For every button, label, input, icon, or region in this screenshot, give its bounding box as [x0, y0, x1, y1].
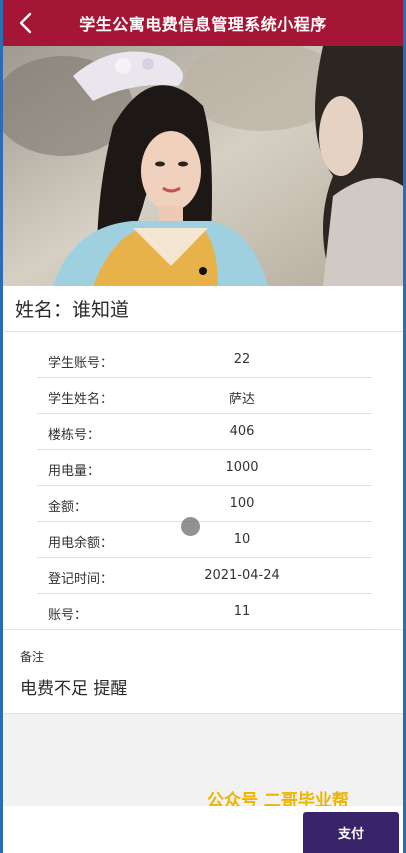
- chevron-left-icon: [19, 12, 32, 34]
- pay-button[interactable]: 支付: [303, 812, 399, 853]
- detail-label: 账号：: [48, 608, 88, 623]
- detail-row-student-name: 学生姓名： 萨达: [37, 378, 372, 414]
- remark-label: 备注: [20, 650, 45, 664]
- student-name-heading: 姓名：谁知道: [3, 286, 403, 332]
- detail-row-account: 账号： 11: [37, 594, 372, 630]
- page-title: 学生公寓电费信息管理系统小程序: [79, 15, 327, 34]
- detail-value: 萨达: [228, 392, 255, 407]
- back-button[interactable]: [13, 9, 39, 37]
- detail-row-balance: 用电余额： 10: [37, 522, 372, 558]
- detail-value: 2021-04-24: [204, 568, 280, 583]
- remark-section: 备注 电费不足 提醒: [3, 630, 403, 714]
- detail-row-register-time: 登记时间： 2021-04-24: [37, 558, 372, 594]
- touch-indicator: [181, 517, 200, 536]
- detail-label: 登记时间：: [48, 572, 114, 587]
- detail-label: 学生姓名：: [48, 392, 114, 407]
- remark-text: 电费不足 提醒: [20, 679, 128, 699]
- detail-row-student-account: 学生账号： 22: [37, 342, 372, 378]
- detail-value: 1000: [225, 460, 259, 475]
- detail-value: 100: [229, 496, 255, 511]
- detail-label: 金额：: [48, 500, 88, 515]
- detail-label: 楼栋号：: [48, 428, 101, 443]
- detail-value: 11: [233, 604, 251, 619]
- detail-row-amount: 金额： 100: [37, 486, 372, 522]
- detail-value: 10: [233, 532, 251, 547]
- detail-value: 406: [229, 424, 255, 439]
- detail-row-usage: 用电量： 1000: [37, 450, 372, 486]
- nav-bar: 学生公寓电费信息管理系统小程序: [3, 0, 403, 46]
- detail-row-building: 楼栋号： 406: [37, 414, 372, 450]
- detail-label: 用电余额：: [48, 536, 114, 551]
- detail-label: 学生账号：: [48, 356, 114, 371]
- hero-image: [3, 46, 403, 286]
- details-list: 学生账号： 22 学生姓名： 萨达 楼栋号： 406 用电量： 1000 金额：…: [3, 332, 403, 630]
- detail-value: 22: [233, 352, 251, 367]
- detail-label: 用电量：: [48, 464, 101, 479]
